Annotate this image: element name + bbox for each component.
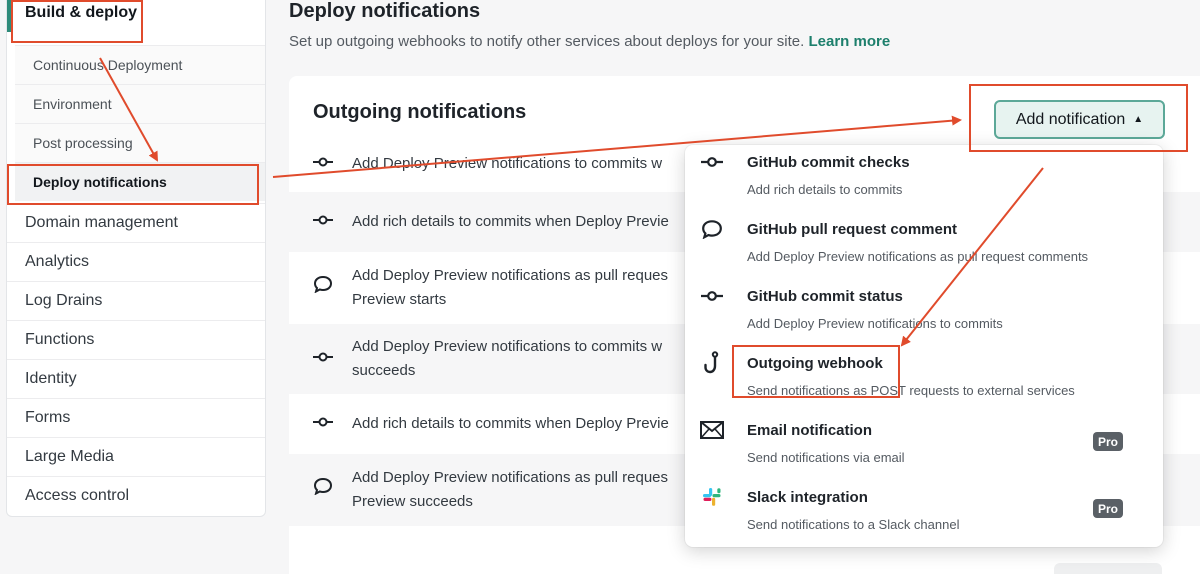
sidebar-subitem-label: Post processing <box>33 135 133 151</box>
sidebar-subitem-environment[interactable]: Environment <box>15 84 265 123</box>
add-notification-label: Add notification <box>1015 110 1126 128</box>
menu-item-email-notification[interactable]: Email notification Send notifications vi… <box>685 413 1163 480</box>
menu-item-title: Outgoing webhook <box>747 355 883 372</box>
chevron-up-icon: ▲ <box>1133 114 1144 125</box>
commit-icon <box>313 412 333 436</box>
comment-icon <box>699 218 725 240</box>
menu-item-description: Add Deploy Preview notifications to comm… <box>747 316 1003 331</box>
menu-item-title: GitHub commit checks <box>747 154 910 171</box>
menu-item-description: Send notifications via email <box>747 450 905 465</box>
sidebar-item-label: Access control <box>25 487 130 504</box>
sidebar-subitem-label: Deploy notifications <box>33 174 167 190</box>
menu-item-slack-integration[interactable]: Slack integration Send notifications to … <box>685 480 1163 547</box>
sidebar-item-label: Functions <box>25 331 95 348</box>
commit-icon <box>313 152 333 176</box>
comment-icon <box>313 477 333 503</box>
sidebar-item-build-deploy[interactable]: Build & deploy <box>7 0 265 32</box>
menu-item-title: Email notification <box>747 422 873 439</box>
menu-item-description: Add Deploy Preview notifications as pull… <box>747 249 1089 264</box>
commit-icon <box>313 347 333 371</box>
sidebar-item-label: Domain management <box>25 214 178 231</box>
commit-icon <box>699 285 725 307</box>
menu-item-github-commit-status[interactable]: GitHub commit status Add Deploy Preview … <box>685 279 1163 346</box>
sidebar-item-label: Build & deploy <box>25 3 137 21</box>
sidebar-item-label: Analytics <box>25 253 90 270</box>
sidebar-item-access-control[interactable]: Access control <box>7 476 265 515</box>
list-item-text: Add Deploy Preview notifications as pull… <box>352 267 669 284</box>
list-item-text-continued: succeeds <box>352 362 416 379</box>
pro-badge: Pro <box>1093 432 1123 451</box>
page-description: Set up outgoing webhooks to notify other… <box>289 33 890 50</box>
partially-visible-button[interactable] <box>1054 563 1162 574</box>
menu-item-description: Send notifications to a Slack channel <box>747 517 960 532</box>
sidebar-item-log-drains[interactable]: Log Drains <box>7 281 265 320</box>
add-notification-menu: GitHub commit checks Add rich details to… <box>685 145 1163 547</box>
sidebar-item-label: Log Drains <box>25 292 103 309</box>
page-title: Deploy notifications <box>289 0 481 22</box>
menu-item-title: Slack integration <box>747 489 868 506</box>
slack-icon <box>699 486 725 508</box>
menu-item-outgoing-webhook[interactable]: Outgoing webhook Send notifications as P… <box>685 346 1163 413</box>
add-notification-button[interactable]: Add notification ▲ <box>994 100 1165 139</box>
list-item-text: Add rich details to commits when Deploy … <box>352 213 669 230</box>
sidebar-item-identity[interactable]: Identity <box>7 359 265 398</box>
menu-item-github-commit-checks[interactable]: GitHub commit checks Add rich details to… <box>685 145 1163 212</box>
menu-item-description: Add rich details to commits <box>747 182 903 197</box>
pro-badge: Pro <box>1093 499 1123 518</box>
commit-icon <box>699 151 725 173</box>
sidebar: Build & deploy Continuous Deployment Env… <box>6 0 266 517</box>
sidebar-item-forms[interactable]: Forms <box>7 398 265 437</box>
comment-icon <box>313 275 333 301</box>
menu-item-github-pull-request-comment[interactable]: GitHub pull request comment Add Deploy P… <box>685 212 1163 279</box>
list-item-text-continued: Preview starts <box>352 291 447 308</box>
sidebar-item-label: Identity <box>25 370 77 387</box>
list-item-text: Add rich details to commits when Deploy … <box>352 415 669 432</box>
menu-item-description: Send notifications as POST requests to e… <box>747 383 1075 398</box>
sidebar-subitem-label: Environment <box>33 96 112 112</box>
menu-item-title: GitHub commit status <box>747 288 903 305</box>
sidebar-item-label: Forms <box>25 409 71 426</box>
sidebar-subitem-continuous-deployment[interactable]: Continuous Deployment <box>15 45 265 84</box>
description-text: Set up outgoing webhooks to notify other… <box>289 33 805 50</box>
sidebar-item-large-media[interactable]: Large Media <box>7 437 265 476</box>
list-item-text: Add Deploy Preview notifications as pull… <box>352 469 669 486</box>
sidebar-subitem-post-processing[interactable]: Post processing <box>15 123 265 162</box>
webhook-icon <box>699 351 725 374</box>
list-item-text: Add Deploy Preview notifications to comm… <box>352 155 663 172</box>
commit-icon <box>313 210 333 234</box>
sidebar-item-functions[interactable]: Functions <box>7 320 265 359</box>
sidebar-item-domain-management[interactable]: Domain management <box>7 203 265 242</box>
learn-more-link[interactable]: Learn more <box>808 33 890 50</box>
sidebar-item-label: Large Media <box>25 448 114 465</box>
sidebar-subitem-label: Continuous Deployment <box>33 57 183 73</box>
card-title: Outgoing notifications <box>313 101 527 123</box>
sidebar-subitem-deploy-notifications[interactable]: Deploy notifications <box>15 162 265 201</box>
envelope-icon <box>699 419 725 441</box>
list-item-text: Add Deploy Preview notifications to comm… <box>352 338 663 355</box>
list-item-text-continued: Preview succeeds <box>352 493 473 510</box>
menu-item-title: GitHub pull request comment <box>747 221 958 238</box>
sidebar-item-analytics[interactable]: Analytics <box>7 242 265 281</box>
